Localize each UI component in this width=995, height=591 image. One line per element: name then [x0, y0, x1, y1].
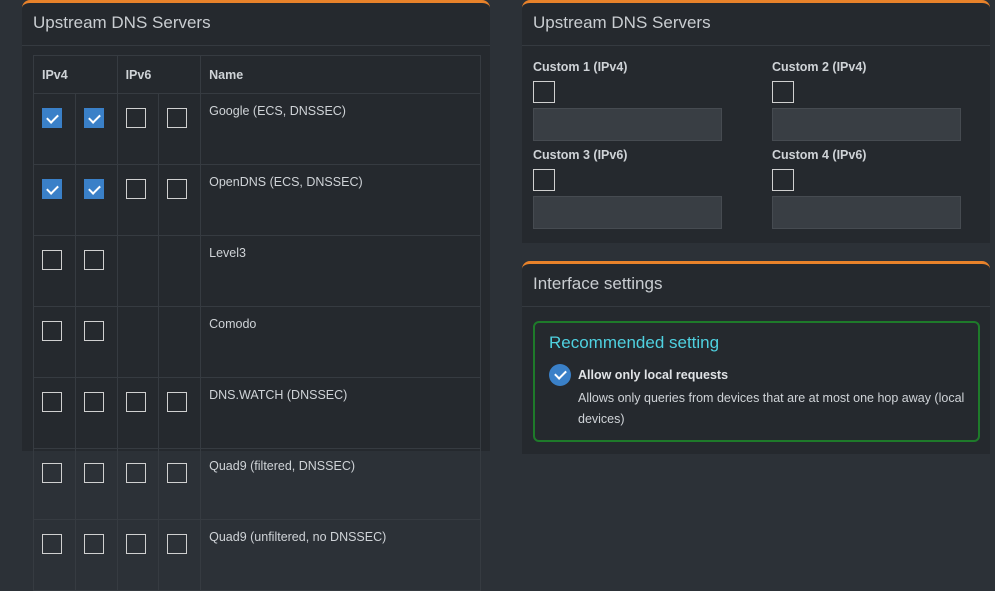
ipv4-1-cell	[33, 93, 76, 165]
ipv6-2-cell	[158, 235, 202, 307]
ipv4-2-cell	[74, 164, 118, 236]
ipv4-2-checkbox[interactable]	[83, 179, 104, 199]
ipv6-1-cell	[116, 306, 160, 378]
ipv6-1-cell	[116, 519, 160, 591]
ipv6-1-cell	[116, 93, 160, 165]
check-icon	[554, 367, 567, 380]
ipv4-1-checkbox[interactable]	[42, 534, 62, 554]
ipv6-1-cell	[116, 235, 160, 307]
table-row: Quad9 (filtered, DNSSEC)	[33, 448, 481, 520]
ipv6-2-cell	[158, 93, 202, 165]
dns-servers-table: IPv4 IPv6 Name Google (ECS, DNSSEC) OpenD…	[33, 55, 481, 591]
custom-1-input[interactable]	[533, 108, 722, 141]
option-description: Allows only queries from devices that ar…	[578, 391, 965, 426]
ipv4-2-checkbox[interactable]	[83, 392, 104, 412]
ipv4-1-cell	[33, 164, 76, 236]
table-row: DNS.WATCH (DNSSEC)	[33, 377, 481, 449]
ipv4-1-cell	[33, 306, 76, 378]
ipv6-2-checkbox[interactable]	[167, 463, 188, 483]
interface-settings-panel: Interface settings Recommended setting A…	[522, 261, 990, 454]
header-ipv6: IPv6	[116, 55, 202, 94]
panel-title: Upstream DNS Servers	[533, 13, 711, 32]
panel-title: Interface settings	[533, 274, 663, 293]
ipv6-1-cell	[116, 164, 160, 236]
ipv6-1-cell	[116, 377, 160, 449]
ipv6-1-checkbox[interactable]	[125, 108, 146, 128]
ipv6-2-cell	[158, 519, 202, 591]
header-ipv4: IPv4	[33, 55, 118, 94]
table-row: Google (ECS, DNSSEC)	[33, 93, 481, 165]
custom-3-label: Custom 3 (IPv6)	[533, 148, 628, 162]
ipv6-1-checkbox[interactable]	[125, 392, 146, 412]
server-name: DNS.WATCH (DNSSEC)	[200, 377, 481, 449]
server-name: Quad9 (filtered, DNSSEC)	[200, 448, 481, 520]
ipv6-2-checkbox[interactable]	[167, 392, 188, 412]
custom-2-label: Custom 2 (IPv4)	[772, 60, 867, 74]
custom-4-input[interactable]	[772, 196, 961, 229]
ipv4-2-checkbox[interactable]	[83, 463, 104, 483]
ipv4-2-cell	[74, 377, 118, 449]
ipv6-2-checkbox[interactable]	[167, 179, 188, 199]
custom-3-input[interactable]	[533, 196, 722, 229]
ipv4-2-cell	[74, 448, 118, 520]
table-row: Level3	[33, 235, 481, 307]
ipv4-2-cell	[74, 235, 118, 307]
ipv4-1-cell	[33, 448, 76, 520]
option-label: Allow only local requests	[578, 368, 729, 382]
ipv4-2-cell	[74, 519, 118, 591]
ipv4-1-checkbox[interactable]	[42, 250, 62, 270]
divider	[22, 45, 490, 46]
ipv4-2-cell	[74, 306, 118, 378]
ipv6-2-cell	[158, 448, 202, 520]
ipv4-2-cell	[74, 93, 118, 165]
server-name: Google (ECS, DNSSEC)	[200, 93, 481, 165]
server-name: Comodo	[200, 306, 481, 378]
table-row: Comodo	[33, 306, 481, 378]
custom-4-label: Custom 4 (IPv6)	[772, 148, 867, 162]
custom-4-checkbox[interactable]	[772, 169, 794, 191]
ipv6-1-checkbox[interactable]	[125, 534, 146, 554]
recommended-setting-box: Recommended setting Allow only local req…	[533, 321, 980, 442]
divider	[522, 306, 990, 307]
ipv4-2-checkbox[interactable]	[83, 534, 104, 554]
ipv4-1-cell	[33, 235, 76, 307]
ipv4-1-checkbox[interactable]	[42, 321, 62, 341]
panel-title: Upstream DNS Servers	[33, 13, 211, 32]
ipv4-1-cell	[33, 377, 76, 449]
server-name: Level3	[200, 235, 481, 307]
ipv6-1-cell	[116, 448, 160, 520]
custom-2-checkbox[interactable]	[772, 81, 794, 103]
ipv4-1-checkbox[interactable]	[42, 392, 62, 412]
custom-2-input[interactable]	[772, 108, 961, 141]
ipv6-2-checkbox[interactable]	[167, 534, 188, 554]
ipv6-2-cell	[158, 306, 202, 378]
recommended-heading: Recommended setting	[549, 333, 720, 352]
custom-3-checkbox[interactable]	[533, 169, 555, 191]
server-name: OpenDNS (ECS, DNSSEC)	[200, 164, 481, 236]
custom-1-label: Custom 1 (IPv4)	[533, 60, 628, 74]
ipv6-2-checkbox[interactable]	[167, 108, 188, 128]
ipv4-1-cell	[33, 519, 76, 591]
custom-dns-panel: Upstream DNS Servers Custom 1 (IPv4) Cus…	[522, 0, 990, 243]
local-requests-radio[interactable]	[549, 364, 571, 386]
upstream-dns-panel: Upstream DNS Servers IPv4 IPv6 Name Goog…	[22, 0, 490, 591]
table-row: OpenDNS (ECS, DNSSEC)	[33, 164, 481, 236]
ipv6-1-checkbox[interactable]	[125, 179, 146, 199]
custom-1-checkbox[interactable]	[533, 81, 555, 103]
ipv4-2-checkbox[interactable]	[83, 321, 104, 341]
ipv4-1-checkbox[interactable]	[42, 463, 62, 483]
ipv6-2-cell	[158, 377, 202, 449]
ipv4-1-checkbox[interactable]	[42, 179, 62, 199]
ipv4-2-checkbox[interactable]	[83, 108, 104, 128]
divider	[522, 45, 990, 46]
server-name: Quad9 (unfiltered, no DNSSEC)	[200, 519, 481, 591]
header-name: Name	[200, 55, 481, 94]
table-row: Quad9 (unfiltered, no DNSSEC)	[33, 519, 481, 591]
ipv6-1-checkbox[interactable]	[125, 463, 146, 483]
ipv6-2-cell	[158, 164, 202, 236]
ipv4-1-checkbox[interactable]	[42, 108, 62, 128]
ipv4-2-checkbox[interactable]	[83, 250, 104, 270]
